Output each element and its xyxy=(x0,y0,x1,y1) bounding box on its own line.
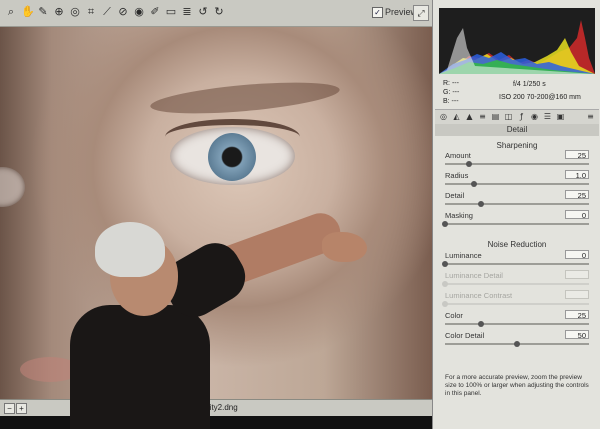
presenter-hand xyxy=(322,232,367,262)
slider-value-field[interactable]: 25 xyxy=(565,310,589,320)
readout: R: --- G: --- B: --- f/4 1/250 s ISO 200… xyxy=(439,78,595,108)
presenter xyxy=(0,0,432,429)
green-readout: G: --- xyxy=(443,89,460,96)
slider-label: Color Detail xyxy=(445,331,485,340)
slider-label: Radius xyxy=(445,171,469,180)
slider-value-field[interactable] xyxy=(565,290,589,299)
slider-thumb[interactable] xyxy=(514,341,520,347)
detail-tab-icon[interactable]: ▲ xyxy=(464,111,475,122)
slider-thumb[interactable] xyxy=(466,161,473,167)
slider-value-field[interactable]: 0 xyxy=(565,210,589,220)
histogram xyxy=(439,8,595,74)
slider-thumb[interactable] xyxy=(478,321,484,327)
sharpening-header: Sharpening xyxy=(496,141,538,150)
blue-readout: B: --- xyxy=(443,98,459,105)
exposure-readout: f/4 1/250 s xyxy=(513,81,546,88)
noise-reduction-header: Noise Reduction xyxy=(487,240,547,249)
slider-label: Luminance Contrast xyxy=(445,291,513,300)
presenter-hair xyxy=(95,222,165,277)
lens-readout: ISO 200 70-200@160 mm xyxy=(499,94,581,101)
slider-thumb[interactable] xyxy=(442,221,448,227)
panel-tabs: ◎ ◭ ▲ ≡ ▤ ◫ ƒ ◉ ☰ ▣ ≡ xyxy=(435,109,599,125)
slider-track[interactable] xyxy=(442,281,589,287)
slider-label: Masking xyxy=(445,211,473,220)
histogram-graph xyxy=(439,20,595,74)
slider-track[interactable] xyxy=(445,341,589,347)
panel-menu-icon[interactable]: ≡ xyxy=(585,111,596,122)
slider-value-field[interactable] xyxy=(565,270,589,279)
photo-of-presentation: ⌕ ✋ ✎ ⊕ ◎ ⌗ ⟋ ⊘ ◉ ✐ ▭ ≣ ↺ ↻ ✓ Preview ⤢ − + Clarity2.… xyxy=(0,0,600,429)
slider-thumb[interactable] xyxy=(442,281,448,287)
slider-value-field[interactable]: 25 xyxy=(565,150,589,160)
basic-tab-icon[interactable]: ◎ xyxy=(438,111,449,122)
slider-label: Luminance xyxy=(445,251,482,260)
effects-tab-icon[interactable]: ƒ xyxy=(516,111,527,122)
slider-value-field[interactable]: 0 xyxy=(565,250,589,260)
panel-title: Detail xyxy=(435,124,599,136)
split-toning-tab-icon[interactable]: ▤ xyxy=(490,111,501,122)
slider-track[interactable] xyxy=(442,261,589,267)
slider-track[interactable] xyxy=(442,221,589,227)
camera-calibration-tab-icon[interactable]: ◉ xyxy=(529,111,540,122)
slider-label: Color xyxy=(445,311,463,320)
slider-label: Amount xyxy=(445,151,471,160)
slider-track[interactable] xyxy=(445,161,589,167)
red-readout: R: --- xyxy=(443,80,459,87)
preview-tip: For a more accurate preview, zoom the pr… xyxy=(445,374,589,397)
slider-label: Detail xyxy=(445,191,465,200)
slider-track[interactable] xyxy=(445,201,589,207)
slider-value-field[interactable]: 1.0 xyxy=(565,170,589,180)
slider-track[interactable] xyxy=(445,181,589,187)
slider-thumb[interactable] xyxy=(442,301,448,307)
tone-curve-tab-icon[interactable]: ◭ xyxy=(451,111,462,122)
slider-thumb[interactable] xyxy=(442,261,448,267)
lens-tab-icon[interactable]: ◫ xyxy=(503,111,514,122)
snapshots-tab-icon[interactable]: ▣ xyxy=(555,111,566,122)
presets-tab-icon[interactable]: ☰ xyxy=(542,111,553,122)
slider-label: Luminance Detail xyxy=(445,271,503,280)
slider-track[interactable] xyxy=(445,321,589,327)
slider-track[interactable] xyxy=(442,301,589,307)
slider-thumb[interactable] xyxy=(478,201,484,207)
hsl-tab-icon[interactable]: ≡ xyxy=(477,111,488,122)
slider-value-field[interactable]: 25 xyxy=(565,190,589,200)
presenter-body xyxy=(70,305,210,429)
slider-value-field[interactable]: 50 xyxy=(565,330,589,340)
right-panel: R: --- G: --- B: --- f/4 1/250 s ISO 200… xyxy=(432,0,600,429)
slider-thumb[interactable] xyxy=(470,181,477,187)
